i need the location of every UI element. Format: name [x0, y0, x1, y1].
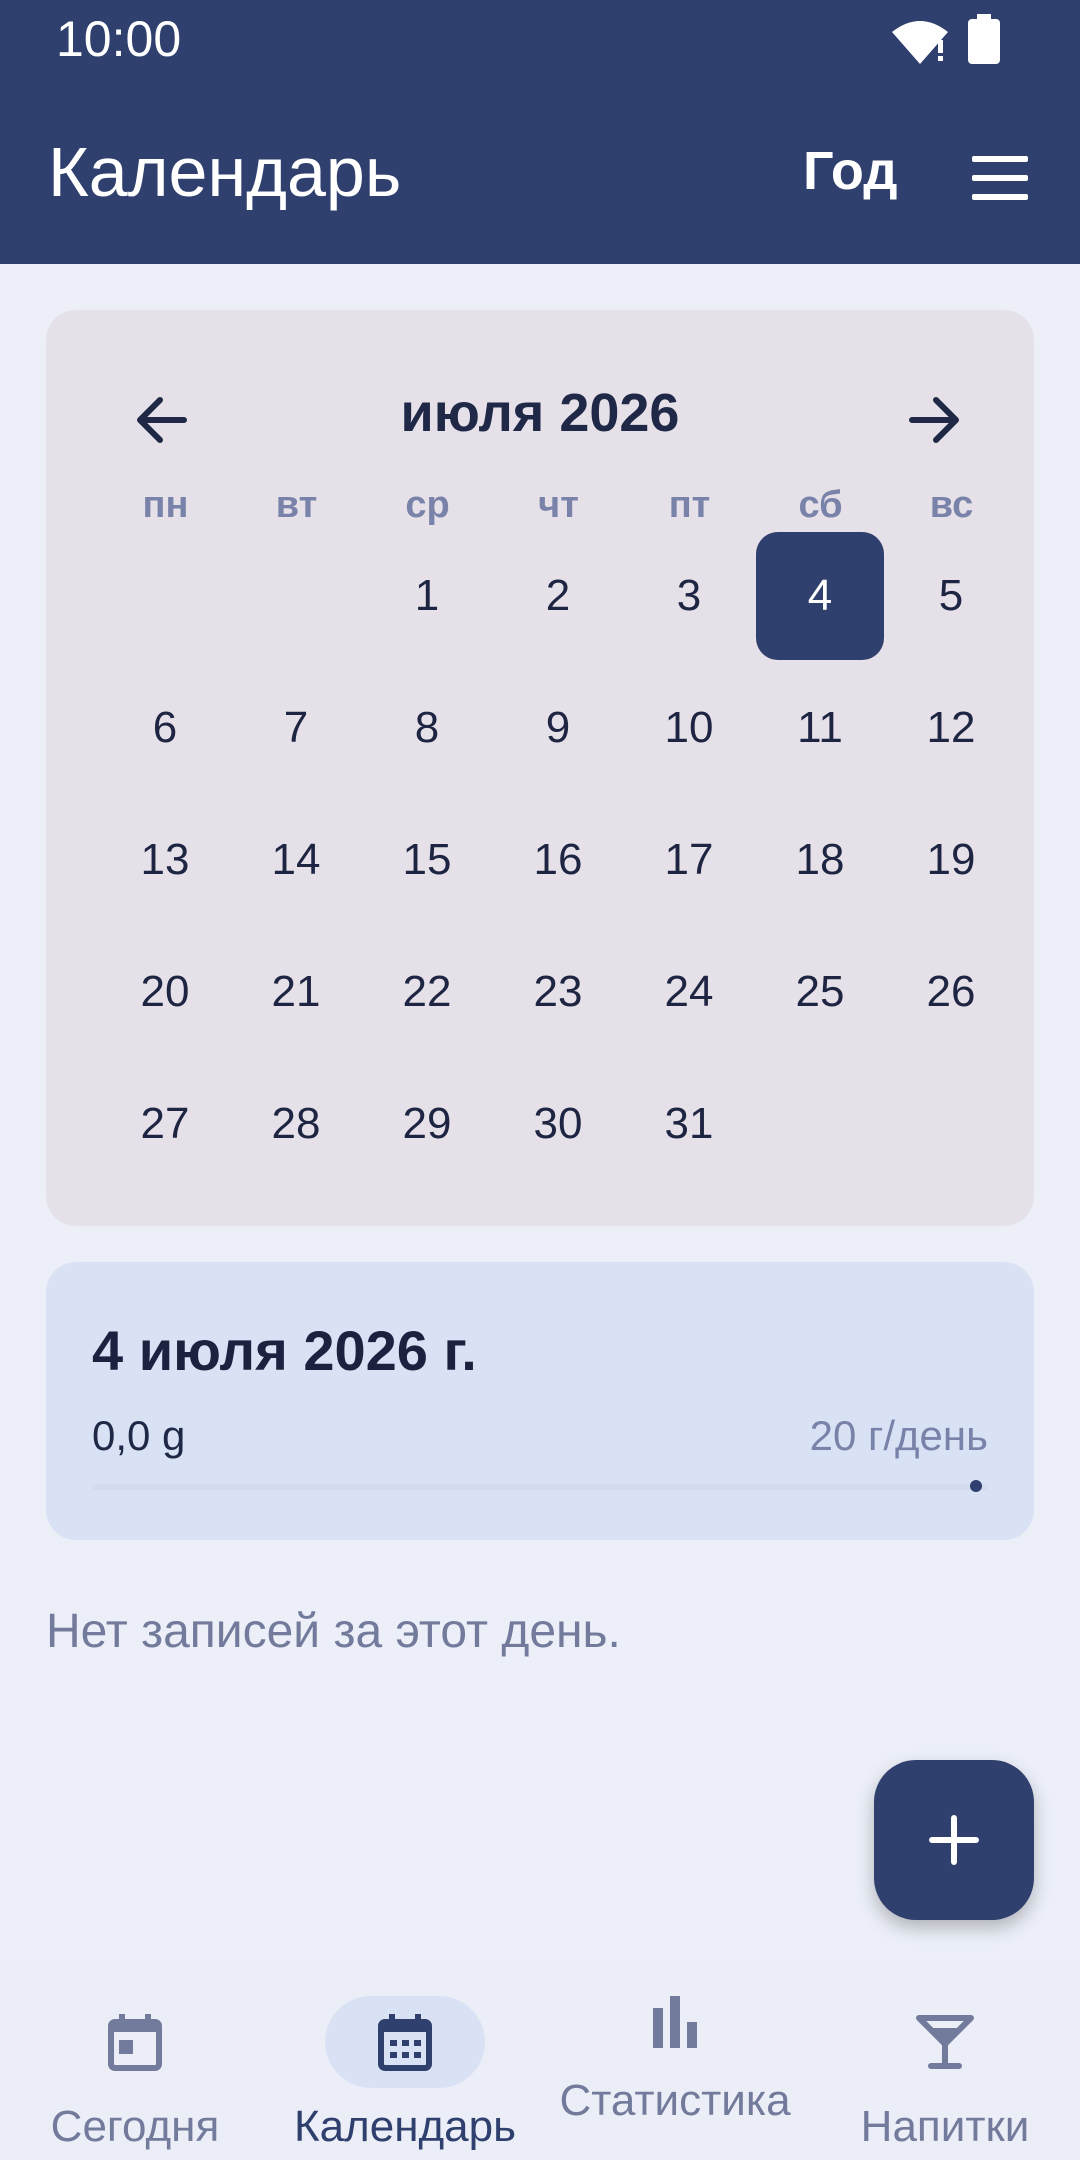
nav-item-today[interactable]: Сегодня — [0, 1964, 270, 2160]
calendar-day[interactable]: 11 — [756, 664, 884, 792]
month-title: июля 2026 — [400, 383, 680, 443]
daily-goal: 20 г/день — [809, 1412, 988, 1459]
calendar-day[interactable]: 21 — [232, 928, 360, 1056]
selected-date: 4 июля 2026 г. — [92, 1319, 477, 1382]
consumed-amount: 0,0 g — [92, 1412, 186, 1459]
nav-label-today: Сегодня — [50, 2102, 220, 2151]
plus-icon — [929, 1815, 979, 1865]
bottom-navigation: Сегодня Календарь Статистика Напитки — [0, 1964, 1080, 2160]
calendar-month-icon — [378, 2014, 432, 2071]
calendar-days-grid: 1 2 3 4 5 6 7 8 9 10 11 12 13 14 15 16 17 18 19 20 21 22 23 24 2… — [100, 532, 1018, 1192]
next-month-arrow-icon[interactable] — [898, 384, 970, 456]
bar-chart-icon — [653, 1996, 697, 2048]
calendar-day[interactable]: 12 — [887, 664, 1015, 792]
calendar-day[interactable]: 22 — [363, 928, 491, 1056]
day-summary-card: 4 июля 2026 г. 0,0 g 20 г/день — [46, 1262, 1034, 1540]
weekday-label: вт — [275, 484, 318, 526]
calendar-day[interactable]: 9 — [494, 664, 622, 792]
weekday-label: пн — [142, 484, 189, 526]
calendar-day[interactable]: 30 — [494, 1060, 622, 1188]
calendar-day[interactable]: 5 — [887, 532, 1015, 660]
weekday-label: вс — [929, 484, 974, 526]
calendar-day[interactable]: 15 — [363, 796, 491, 924]
progress-track — [92, 1484, 988, 1490]
calendar-day[interactable]: 1 — [363, 532, 491, 660]
weekday-label: ср — [405, 484, 450, 526]
weekday-label: пт — [668, 484, 711, 526]
menu-icon[interactable] — [972, 156, 1028, 200]
status-time: 10:00 — [56, 11, 182, 67]
nav-label-statistics: Статистика — [559, 2076, 791, 2125]
calendar-day[interactable]: 7 — [232, 664, 360, 792]
weekday-label: сб — [798, 484, 843, 526]
calendar-day[interactable]: 16 — [494, 796, 622, 924]
calendar-day[interactable]: 28 — [232, 1060, 360, 1188]
calendar-card: июля 2026 пн вт ср чт пт сб вс 123456789… — [46, 310, 1034, 1226]
calendar-day[interactable]: 6 — [101, 664, 229, 792]
calendar-day[interactable]: 26 — [887, 928, 1015, 1056]
calendar-day[interactable]: 10 — [625, 664, 753, 792]
calendar-day[interactable]: 17 — [625, 796, 753, 924]
cocktail-icon — [916, 2015, 974, 2069]
calendar-day[interactable]: 8 — [363, 664, 491, 792]
calendar-day[interactable]: 14 — [232, 796, 360, 924]
calendar-today-icon — [108, 2014, 162, 2071]
weekday-label: чт — [538, 484, 579, 526]
empty-state-message: Нет записей за этот день. — [46, 1605, 621, 1658]
previous-month-arrow-icon[interactable] — [126, 384, 198, 456]
calendar-day[interactable]: 3 — [625, 532, 753, 660]
calendar-day[interactable]: 23 — [494, 928, 622, 1056]
add-entry-button[interactable] — [874, 1760, 1034, 1920]
battery-icon — [968, 14, 1000, 64]
progress-indicator — [970, 1480, 982, 1492]
page-title: Календарь — [48, 133, 402, 211]
nav-label-drinks: Напитки — [860, 2102, 1030, 2151]
year-view-button[interactable]: Год — [803, 140, 897, 202]
status-bar: 10:00 — [0, 0, 1080, 80]
calendar-day-selected[interactable]: 4 — [756, 532, 884, 660]
calendar-day[interactable]: 25 — [756, 928, 884, 1056]
calendar-day[interactable]: 20 — [101, 928, 229, 1056]
nav-item-statistics[interactable]: Статистика — [540, 1964, 810, 2160]
calendar-day[interactable]: 27 — [101, 1060, 229, 1188]
calendar-day[interactable]: 19 — [887, 796, 1015, 924]
calendar-day[interactable]: 29 — [363, 1060, 491, 1188]
nav-item-drinks[interactable]: Напитки — [810, 1964, 1080, 2160]
calendar-day[interactable]: 31 — [625, 1060, 753, 1188]
calendar-day[interactable]: 2 — [494, 532, 622, 660]
nav-item-calendar[interactable]: Календарь — [270, 1964, 540, 2160]
nav-label-calendar: Календарь — [293, 2102, 517, 2151]
calendar-day[interactable]: 24 — [625, 928, 753, 1056]
app-bar: Календарь Год — [0, 80, 1080, 264]
calendar-day[interactable]: 13 — [101, 796, 229, 924]
calendar-day[interactable]: 18 — [756, 796, 884, 924]
wifi-icon — [892, 21, 948, 64]
